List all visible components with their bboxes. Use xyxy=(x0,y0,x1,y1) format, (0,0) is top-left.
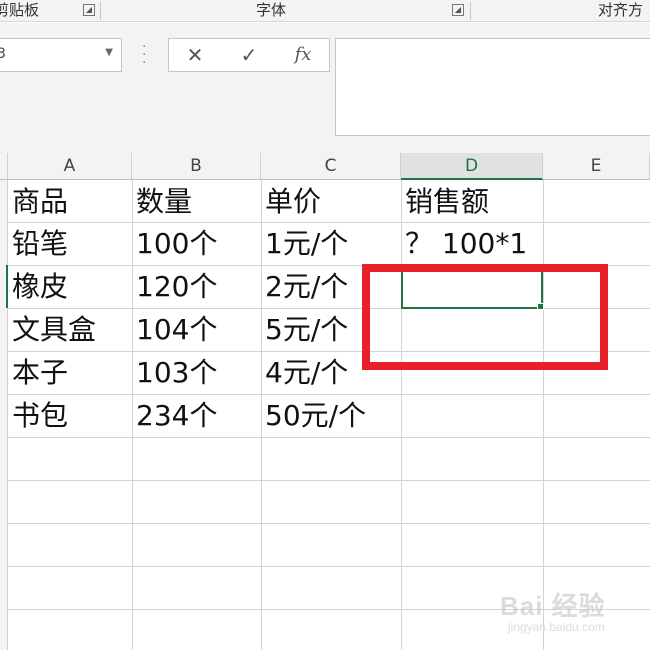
drag-handle-icon[interactable]: · · · xyxy=(142,40,146,70)
gridline xyxy=(8,480,650,481)
name-box[interactable]: 3 ▼ xyxy=(0,38,122,72)
cell-c4[interactable]: 5元/个 xyxy=(261,308,348,351)
name-box-value: 3 xyxy=(0,46,6,62)
cancel-icon[interactable]: ✕ xyxy=(177,42,213,68)
cell-b3[interactable]: 120个 xyxy=(132,265,217,308)
cell-b4[interactable]: 104个 xyxy=(132,308,217,351)
watermark-url: jingyan.baidu.com xyxy=(508,620,605,634)
cell-c1[interactable]: 单价 xyxy=(261,180,321,223)
formula-buttons: ✕ ✓ fx xyxy=(168,38,330,72)
cell-c6[interactable]: 50元/个 xyxy=(261,394,366,437)
cell-d5[interactable] xyxy=(401,351,405,394)
font-dialog-launcher-icon[interactable]: ◢ xyxy=(452,4,464,16)
fill-handle[interactable] xyxy=(537,303,544,310)
gridline xyxy=(8,437,650,438)
clipboard-dialog-launcher-icon[interactable]: ◢ xyxy=(83,4,95,16)
cell-d6[interactable] xyxy=(401,394,405,437)
enter-icon[interactable]: ✓ xyxy=(231,42,267,68)
formula-input[interactable] xyxy=(335,38,650,136)
column-header-d[interactable]: D xyxy=(401,153,543,180)
cell-d4[interactable] xyxy=(401,308,405,351)
selected-cell-d3[interactable] xyxy=(401,264,543,309)
cell-c2[interactable]: 1元/个 xyxy=(261,222,348,265)
ribbon-separator xyxy=(100,2,101,20)
column-header-a[interactable]: A xyxy=(8,153,132,180)
cell-d3[interactable] xyxy=(401,265,405,308)
ribbon-group-labels: 剪贴板 ◢ 字体 ◢ 对齐方 xyxy=(0,0,650,22)
formula-bar-area: 3 ▼ · · · ✕ ✓ fx xyxy=(0,23,650,153)
spreadsheet-grid: A B C D E 商品 数量 单价 销售额 铅笔 100个 1元/个 ？ 10… xyxy=(0,153,650,650)
ribbon-separator xyxy=(470,2,471,20)
cell-a2[interactable]: 铅笔 xyxy=(8,222,68,265)
cell-b2[interactable]: 100个 xyxy=(132,222,217,265)
insert-function-icon[interactable]: fx xyxy=(285,42,321,68)
cell-d1[interactable]: 销售额 xyxy=(401,180,489,223)
gridline xyxy=(8,566,650,567)
cell-a5[interactable]: 本子 xyxy=(8,351,68,394)
alignment-group-label: 对齐方 xyxy=(598,1,644,19)
cell-c5[interactable]: 4元/个 xyxy=(261,351,348,394)
font-group-label: 字体 xyxy=(256,1,287,19)
cell-a4[interactable]: 文具盒 xyxy=(8,308,96,351)
cell-c3[interactable]: 2元/个 xyxy=(261,265,348,308)
cell-a1[interactable]: 商品 xyxy=(8,180,68,223)
select-all-corner[interactable] xyxy=(0,153,8,180)
cell-a6[interactable]: 书包 xyxy=(8,394,68,437)
watermark-logo: Bai 经验 jingyan.baidu.com xyxy=(496,580,646,642)
chevron-down-icon[interactable]: ▼ xyxy=(105,47,113,58)
cell-b5[interactable]: 103个 xyxy=(132,351,217,394)
column-header-e[interactable]: E xyxy=(543,153,650,180)
cell-b6[interactable]: 234个 xyxy=(132,394,217,437)
cell-a3[interactable]: 橡皮 xyxy=(8,265,68,308)
watermark-logo-text: Bai 经验 xyxy=(500,591,606,621)
clipboard-group-label: 剪贴板 xyxy=(0,1,40,19)
cell-d2[interactable]: ？ 100*1 xyxy=(401,222,527,265)
gridline xyxy=(8,523,650,524)
column-header-c[interactable]: C xyxy=(261,153,401,180)
cell-b1[interactable]: 数量 xyxy=(132,180,192,223)
column-header-b[interactable]: B xyxy=(132,153,261,180)
